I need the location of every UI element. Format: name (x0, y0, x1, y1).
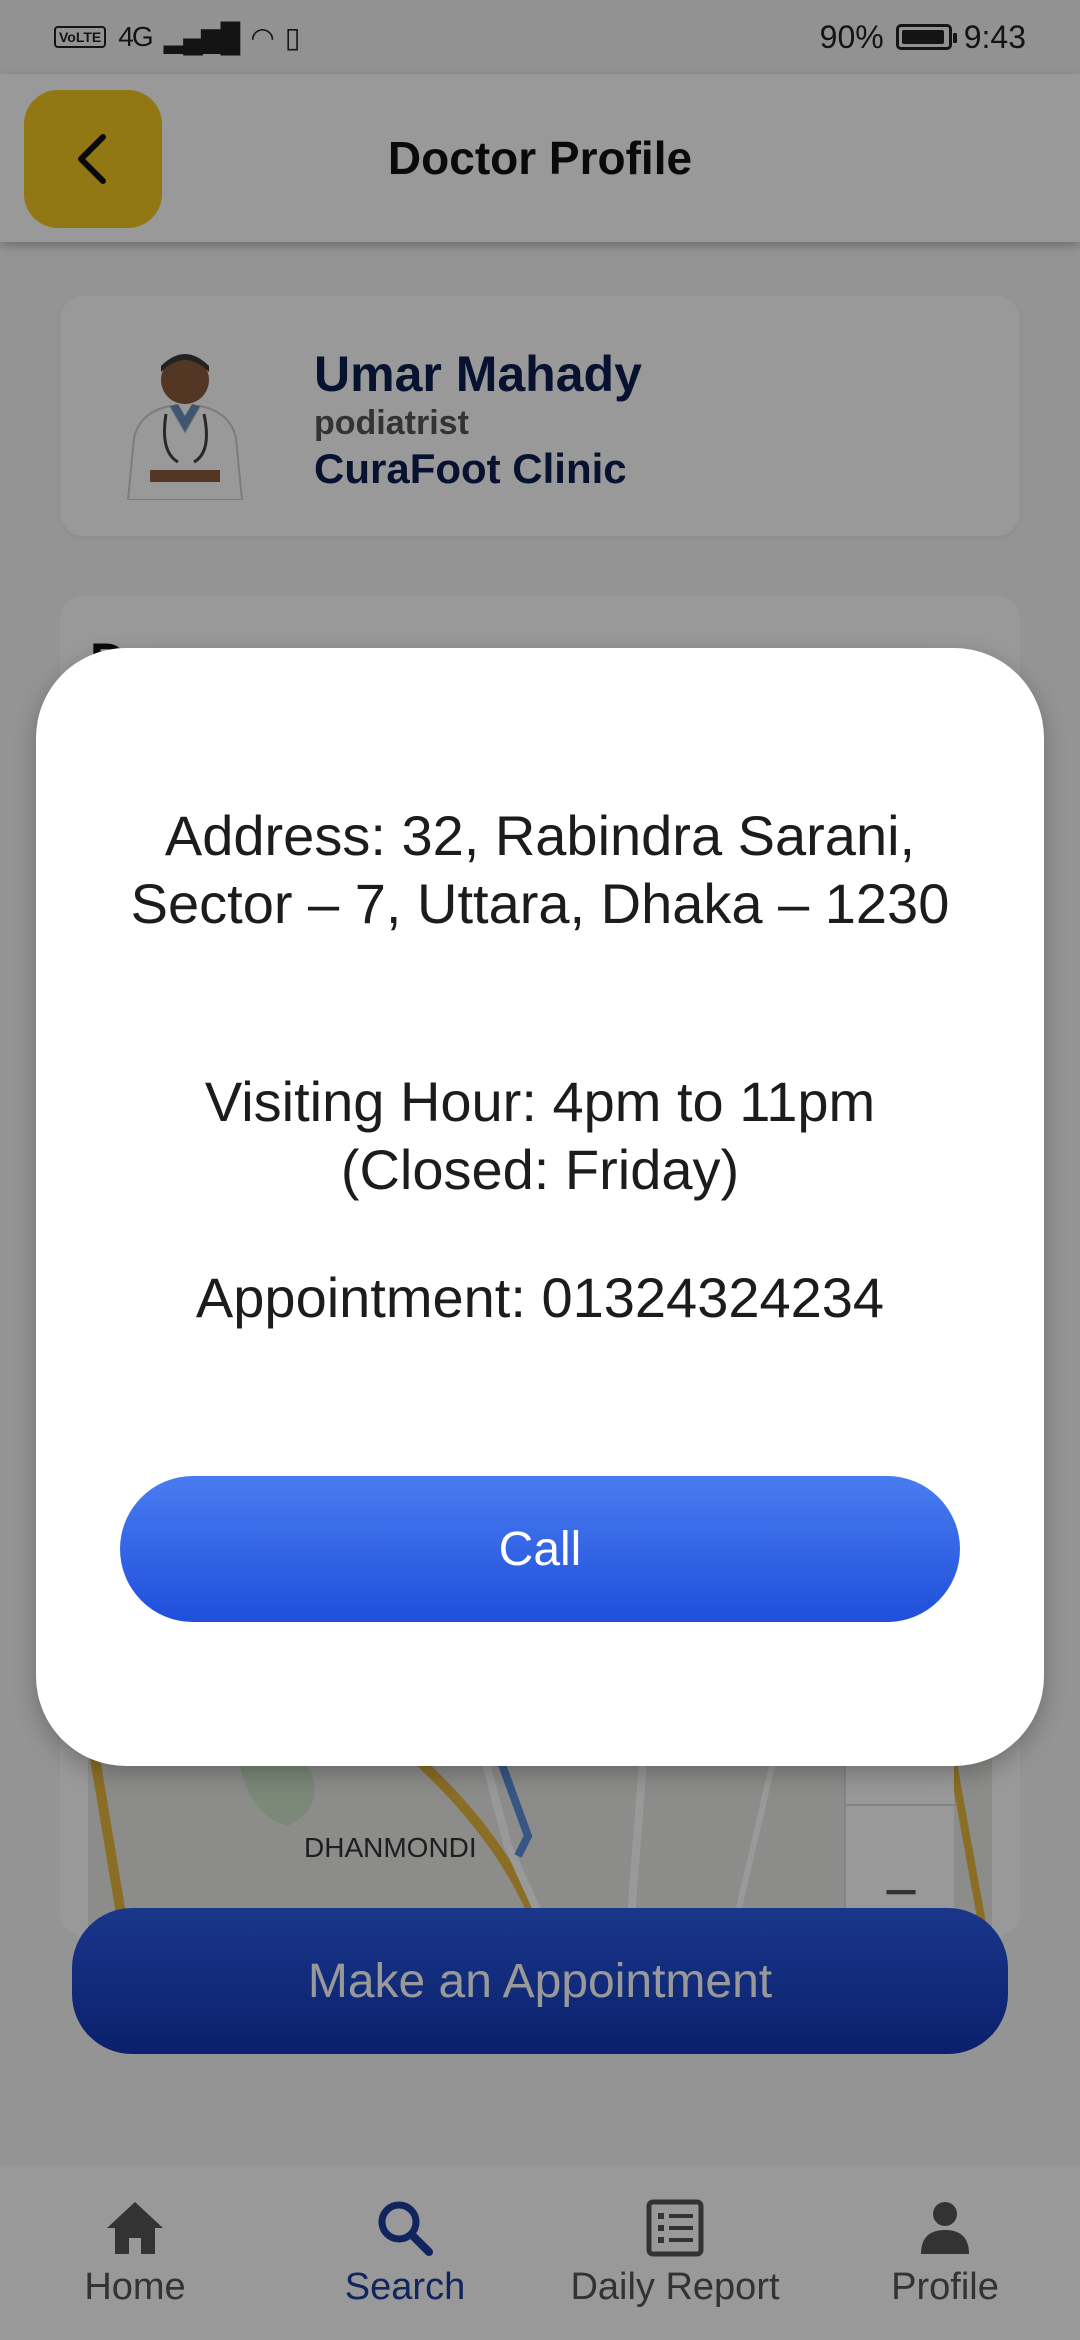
clinic-info-modal: Address: 32, Rabindra Sarani, Sector – 7… (36, 648, 1044, 1766)
modal-visiting-hour: Visiting Hour: 4pm to 11pm (Closed: Frid… (204, 1070, 876, 1201)
modal-appointment-phone: Appointment: 01324324234 (195, 1266, 885, 1329)
modal-address: Address: 32, Rabindra Sarani, Sector – 7… (130, 804, 950, 935)
call-button[interactable]: Call (120, 1476, 960, 1622)
